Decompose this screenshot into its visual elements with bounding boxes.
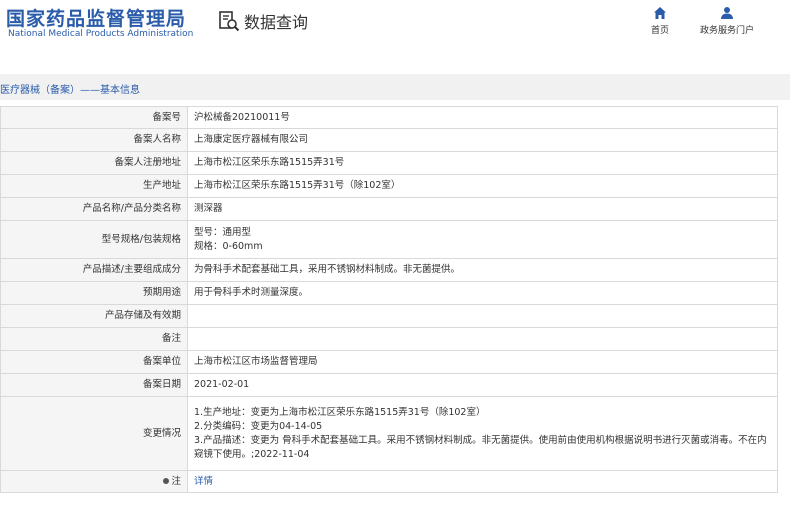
- nav-home-label: 首页: [651, 26, 670, 36]
- table-row: 备案人注册地址 上海市松江区荣乐东路1515弄31号: [0, 151, 778, 175]
- field-value: 2021-02-01: [187, 373, 778, 397]
- field-value: 上海市松江区荣乐东路1515弄31号: [187, 151, 778, 175]
- field-value: 上海市松江区荣乐东路1515弄31号（除102室）: [187, 174, 778, 198]
- field-value: [187, 304, 778, 328]
- table-row: 注 详情: [0, 470, 778, 493]
- field-label: 备案号: [0, 106, 188, 129]
- table-row: 备注: [0, 327, 778, 351]
- note-value-cell: 详情: [187, 470, 778, 493]
- field-label: 产品描述/主要组成成分: [0, 258, 188, 282]
- table-row: 产品存储及有效期: [0, 304, 778, 328]
- search-document-icon: [219, 11, 240, 32]
- table-row: 备案单位 上海市松江区市场监督管理局: [0, 350, 778, 374]
- field-value: 上海市松江区市场监督管理局: [187, 350, 778, 374]
- field-label: 产品名称/产品分类名称: [0, 197, 188, 221]
- table-row: 产品名称/产品分类名称 测深器: [0, 197, 778, 221]
- data-query-title[interactable]: 数据查询: [218, 9, 308, 33]
- table-row: 备案人名称 上海康定医疗器械有限公司: [0, 128, 778, 152]
- breadcrumb: 医疗器械（备案）——基本信息: [0, 85, 140, 96]
- field-value: 上海康定医疗器械有限公司: [187, 128, 778, 152]
- field-label: 生产地址: [0, 174, 188, 198]
- field-value: [187, 327, 778, 351]
- details-link[interactable]: 详情: [194, 476, 213, 487]
- record-table: 备案号 沪松械备20210011号 备案人名称 上海康定医疗器械有限公司 备案人…: [0, 106, 778, 493]
- site-header: 国家药品监督管理局 National Medical Products Admi…: [0, 0, 790, 62]
- field-value: 为骨科手术配套基础工具，采用不锈钢材料制成。非无菌提供。: [187, 258, 778, 282]
- table-row: 产品描述/主要组成成分 为骨科手术配套基础工具，采用不锈钢材料制成。非无菌提供。: [0, 258, 778, 282]
- field-label: 产品存储及有效期: [0, 304, 188, 328]
- note-label: 注: [171, 475, 181, 487]
- table-row: 预期用途 用于骨科手术时测量深度。: [0, 281, 778, 305]
- nav-gov-service[interactable]: 政务服务门户: [700, 6, 754, 36]
- note-label-cell: 注: [0, 470, 188, 493]
- field-label: 备案人名称: [0, 128, 188, 152]
- field-label: 备案人注册地址: [0, 151, 188, 175]
- field-label: 预期用途: [0, 281, 188, 305]
- field-value: 1.生产地址：变更为上海市松江区荣乐东路1515弄31号（除102室） 2.分类…: [187, 396, 778, 471]
- home-icon: [654, 7, 666, 19]
- breadcrumb-bar: 医疗器械（备案）——基本信息: [0, 74, 790, 100]
- site-logo-en[interactable]: National Medical Products Administration: [8, 29, 193, 39]
- field-value: 型号：通用型 规格：0-60mm: [187, 220, 778, 259]
- field-label: 型号规格/包装规格: [0, 220, 188, 259]
- table-row: 备案号 沪松械备20210011号: [0, 106, 778, 129]
- field-value: 测深器: [187, 197, 778, 221]
- nav-home[interactable]: 首页: [651, 6, 669, 36]
- table-row: 型号规格/包装规格 型号：通用型 规格：0-60mm: [0, 220, 778, 259]
- data-query-label: 数据查询: [244, 13, 309, 32]
- table-row: 备案日期 2021-02-01: [0, 373, 778, 397]
- site-logo-cn[interactable]: 国家药品监督管理局: [6, 4, 186, 31]
- field-label: 变更情况: [0, 396, 188, 471]
- nav-gov-service-label: 政务服务门户: [700, 26, 755, 36]
- table-row: 生产地址 上海市松江区荣乐东路1515弄31号（除102室）: [0, 174, 778, 198]
- field-label: 备案单位: [0, 350, 188, 374]
- field-value: 沪松械备20210011号: [187, 106, 778, 129]
- user-icon: [721, 7, 733, 19]
- table-row: 变更情况 1.生产地址：变更为上海市松江区荣乐东路1515弄31号（除102室）…: [0, 396, 778, 471]
- field-label: 备注: [0, 327, 188, 351]
- field-label: 备案日期: [0, 373, 188, 397]
- field-value: 用于骨科手术时测量深度。: [187, 281, 778, 305]
- note-icon: [163, 478, 170, 484]
